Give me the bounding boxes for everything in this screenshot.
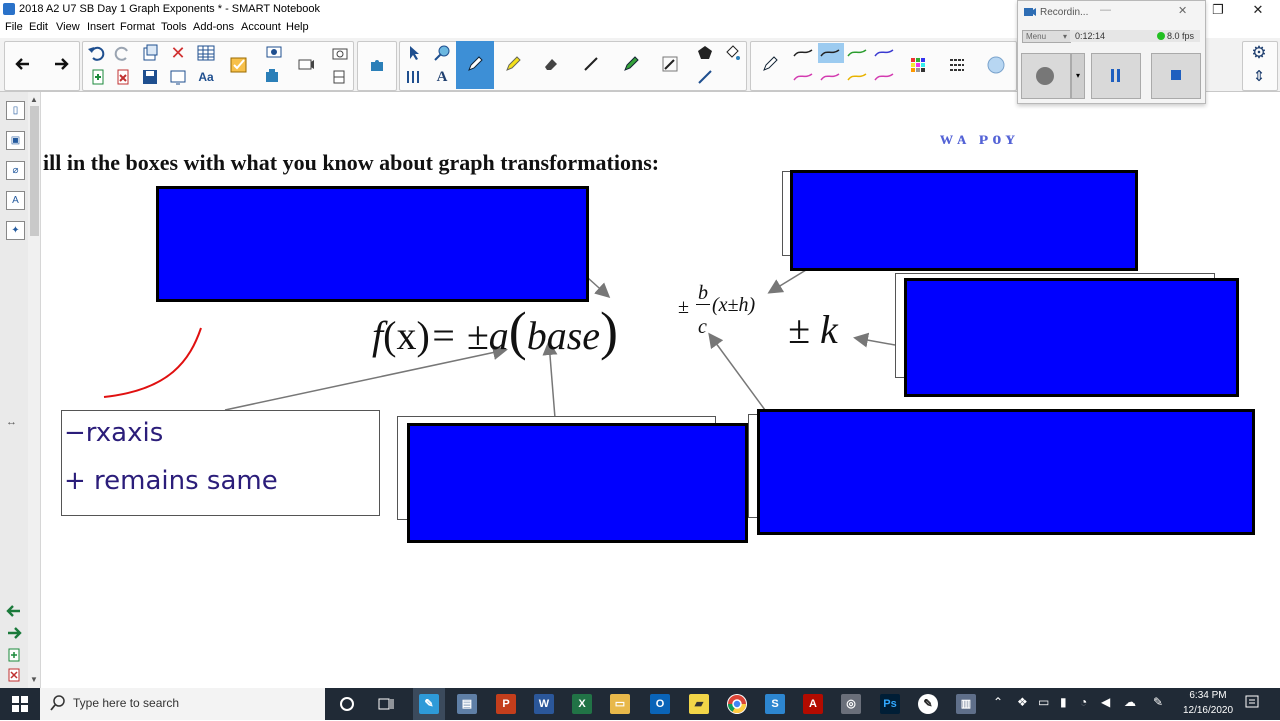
onedrive-tray-icon[interactable]: ☁ [1124,695,1136,709]
answer-cover-box-right[interactable] [904,278,1239,397]
recorder-fps: 8.0 fps [1167,31,1195,41]
recorder-close-button[interactable]: ✕ [1178,4,1187,17]
record-button[interactable] [1021,53,1071,99]
dropbox-tray-icon[interactable]: ❖ [1017,695,1028,709]
exponential-formula: f(x)= ±a(base) [372,300,618,362]
exponent-c: c [698,316,707,338]
formula-rparen: ) [600,301,619,361]
wifi-tray-icon[interactable]: ◔ [1080,695,1087,709]
sticky-notes-taskbar-icon[interactable]: ▰ [689,694,709,714]
network-tray-icon[interactable]: ▭ [1038,695,1049,709]
recorder-app-icon [1024,6,1036,18]
sway-taskbar-icon[interactable]: S [765,694,785,714]
word-taskbar-icon[interactable]: W [534,694,554,714]
utility-taskbar-icon[interactable]: ▥ [956,694,976,714]
formula-f: f [372,313,384,358]
red-pen-stroke [103,327,202,398]
recording-status-dot [1157,32,1165,40]
recorder-title: Recordin... [1040,7,1089,18]
formula-k: ± k [788,307,838,352]
answer-cover-box-top-left[interactable] [156,186,589,302]
answer-cover-box-bottom-right[interactable] [757,409,1255,535]
pause-button[interactable] [1091,53,1141,99]
excel-taskbar-icon[interactable]: X [572,694,592,714]
formula-base: base [526,313,601,358]
search-icon [50,695,66,714]
clock-time[interactable]: 6:34 PM [1183,690,1233,701]
edge-taskbar-icon[interactable]: ✎ [918,694,938,714]
cortana-icon[interactable] [338,695,356,716]
volume-tray-icon[interactable]: ◀ [1101,695,1110,709]
windows-start-icon[interactable] [12,696,28,715]
formula-a: = ±a [429,313,509,358]
smart-notebook-taskbar-icon[interactable]: ✎ [419,694,439,714]
exponent-b: b [698,282,708,304]
show-hidden-icons[interactable]: ⌃ [993,695,1003,709]
handwriting-line-2: + remains same [64,466,278,496]
outlook-taskbar-icon[interactable]: O [650,694,670,714]
misc-app-taskbar-icon[interactable]: ◎ [841,694,861,714]
photoshop-taskbar-icon[interactable]: Ps [880,694,900,714]
file-explorer-taskbar-icon[interactable]: ▭ [610,694,630,714]
file-taskbar-icon[interactable]: ▤ [457,694,477,714]
clock-date[interactable]: 12/16/2020 [1180,705,1236,716]
search-placeholder: Type here to search [73,696,180,710]
exponent-pm: ± [678,296,689,318]
chrome-taskbar-icon[interactable] [727,694,747,714]
formula-x: (x) [383,313,430,358]
recorder-minimize-button[interactable]: — [1100,4,1111,16]
powerpoint-taskbar-icon[interactable]: P [496,694,516,714]
recorder-timer: 0:12:14 [1075,31,1106,41]
handwriting-line-1: −rxaxis [64,418,164,448]
answer-cover-box-bottom-middle[interactable] [407,423,748,543]
notifications-icon[interactable] [1244,694,1260,710]
formula-lparen: ( [508,301,527,361]
record-options-dropdown[interactable]: ▾ [1071,53,1085,99]
acrobat-taskbar-icon[interactable]: A [803,694,823,714]
recorder-menu-label: Menu [1026,32,1047,41]
battery-tray-icon[interactable]: ▮ [1060,695,1067,709]
answer-cover-box-top-right[interactable] [790,170,1138,271]
recorder-menu-dropdown[interactable]: Menu ▾ [1022,30,1071,43]
stop-button[interactable] [1151,53,1201,99]
task-view-icon[interactable] [377,695,395,716]
pen-workspace-tray-icon[interactable]: ✎ [1153,695,1163,709]
exponent-inner: (x±h) [712,294,756,316]
